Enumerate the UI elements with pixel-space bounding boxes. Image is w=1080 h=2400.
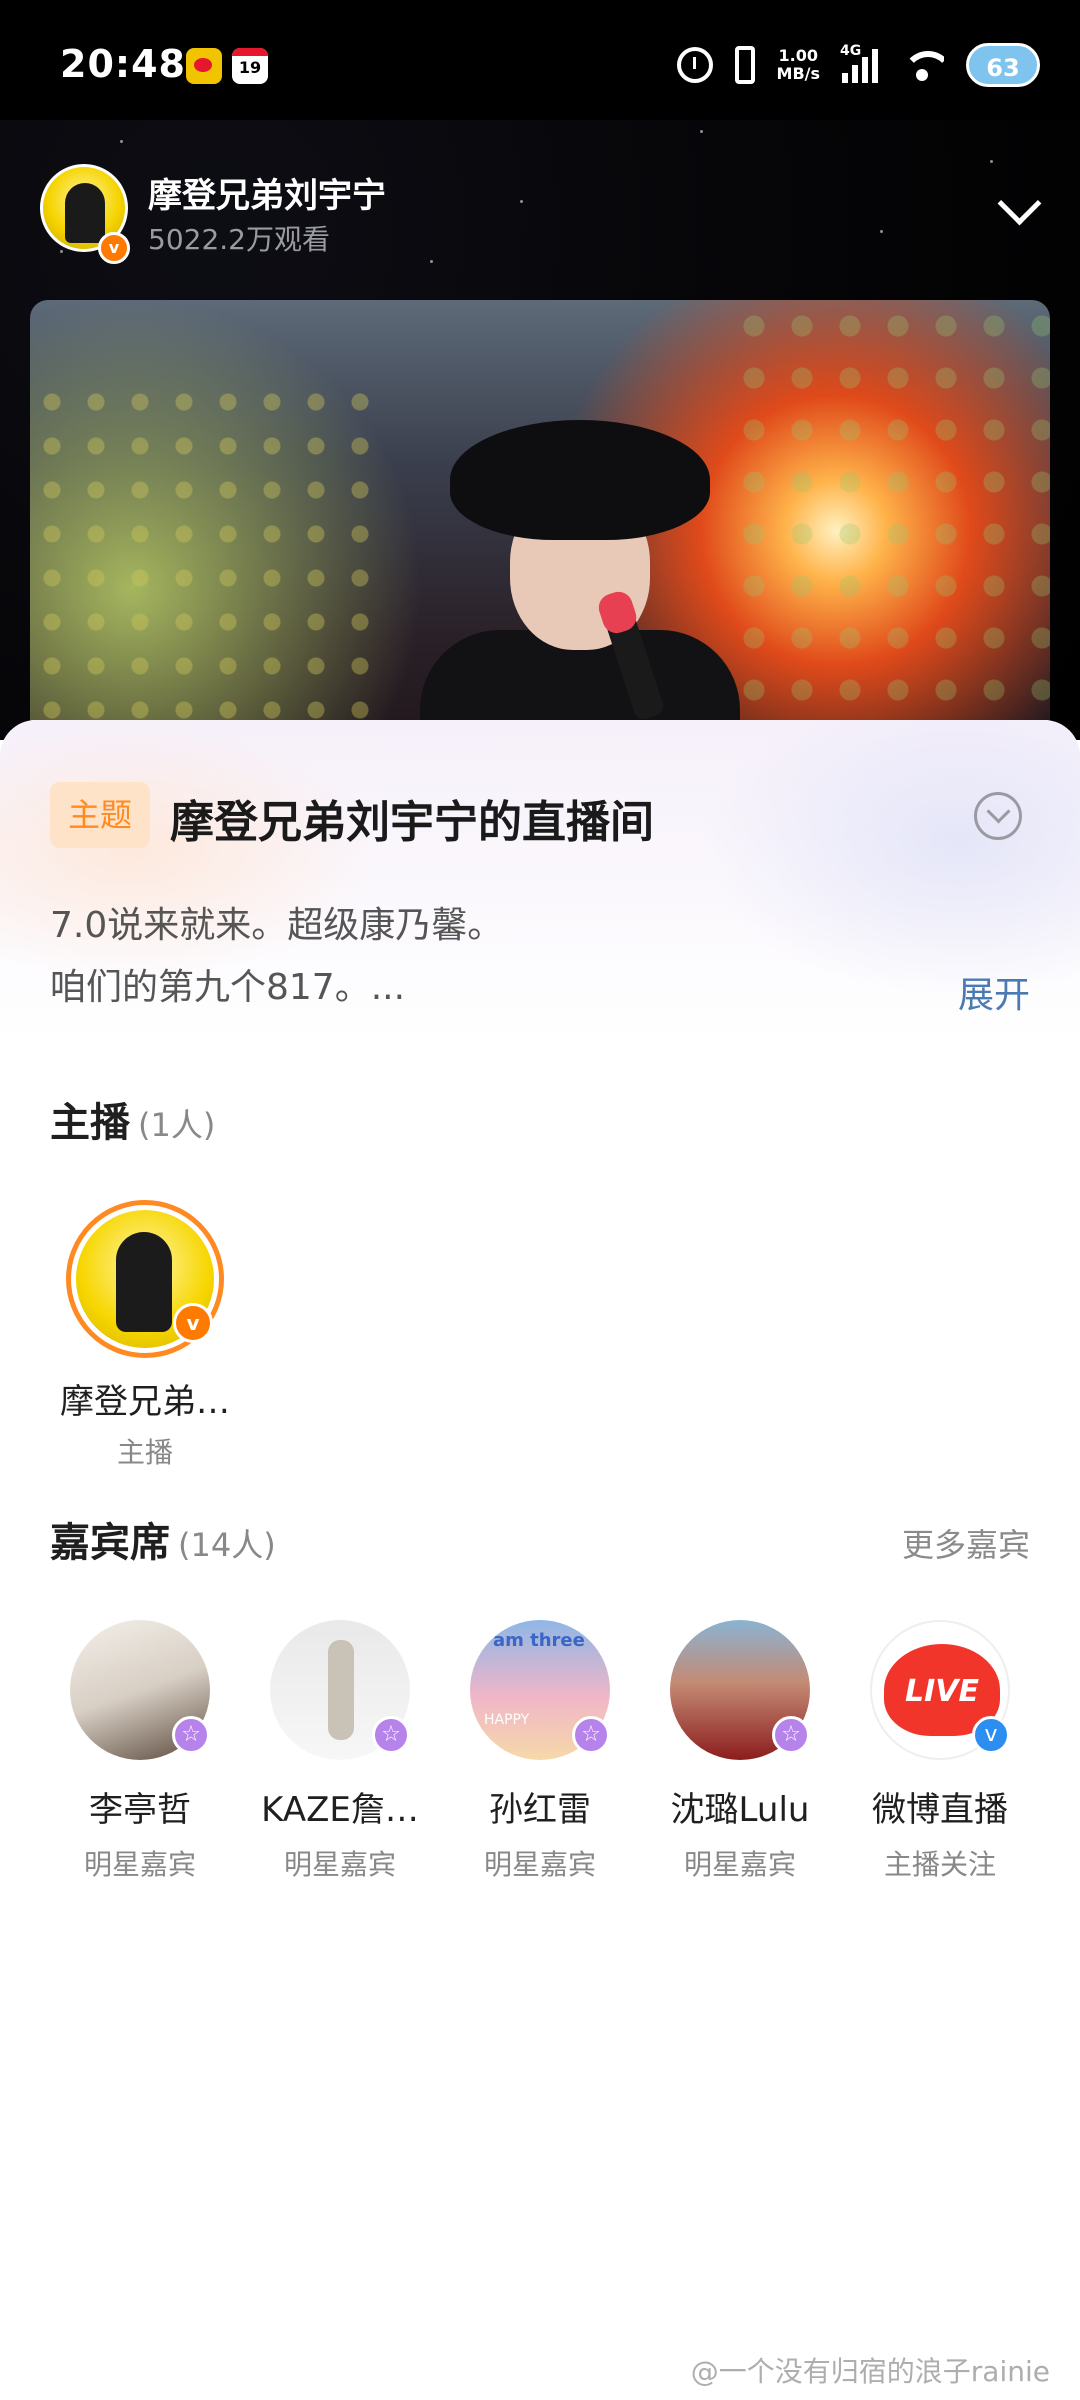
- host-name: 摩登兄弟…: [60, 1382, 230, 1422]
- guest-item[interactable]: I am three HAPPY ☆ 孙红雷 明星嘉宾: [440, 1620, 640, 1883]
- guest-role: 明星嘉宾: [283, 1848, 396, 1881]
- cellular-signal-icon: 4G: [840, 43, 878, 83]
- verified-badge-icon: v: [98, 232, 130, 264]
- chevron-down-circle-icon[interactable]: [974, 792, 1022, 840]
- net-speed-unit: MB/s: [776, 64, 820, 83]
- network-type: 4G: [840, 43, 862, 59]
- star-badge-icon: ☆: [172, 1716, 210, 1754]
- guest-count: (14人): [178, 1526, 276, 1564]
- guest-role: 明星嘉宾: [483, 1848, 596, 1881]
- host-section-title: 主播 (1人): [50, 1090, 215, 1148]
- avatar-text: I am three: [480, 1630, 585, 1651]
- star-badge-icon: ☆: [572, 1716, 610, 1754]
- guest-name: 沈璐Lulu: [670, 1790, 810, 1830]
- host-role: 主播: [116, 1436, 173, 1469]
- live-logo: LIVE: [905, 1674, 979, 1709]
- guest-name: 李亭哲: [89, 1790, 191, 1830]
- topic-tag: 主题: [50, 782, 151, 848]
- streamer-name[interactable]: 摩登兄弟刘宇宁: [148, 168, 386, 217]
- watermark: @一个没有归宿的浪子rainie: [690, 2355, 1050, 2388]
- weibo-notification-icon: [186, 48, 222, 84]
- live-video-preview[interactable]: [30, 300, 1050, 780]
- status-time: 20:48: [60, 42, 186, 86]
- star-badge-icon: ☆: [372, 1716, 410, 1754]
- chevron-down-icon[interactable]: [998, 188, 1038, 228]
- wifi-icon: [900, 47, 944, 83]
- host-count: (1人): [138, 1106, 216, 1144]
- guest-name: 孙红雷: [489, 1790, 591, 1830]
- host-card[interactable]: v 摩登兄弟… 主播: [50, 1200, 240, 1471]
- expand-description-button[interactable]: 展开: [958, 966, 1030, 1018]
- host-avatar[interactable]: v: [66, 1200, 224, 1358]
- host-section-label: 主播: [50, 1100, 130, 1146]
- guest-section-label: 嘉宾席: [50, 1520, 170, 1566]
- guest-item[interactable]: ☆ 沈璐Lulu 明星嘉宾: [640, 1620, 840, 1883]
- battery-indicator: 63: [966, 43, 1040, 87]
- guest-role: 主播关注: [883, 1848, 996, 1881]
- guest-list: ☆ 李亭哲 明星嘉宾 ☆ KAZE詹… 明星嘉宾 I am three HAPP…: [40, 1620, 1040, 1883]
- room-info-sheet: 主题 摩登兄弟刘宇宁的直播间 7.0说来就来。超级康乃馨。 咱们的第九个817。…: [0, 720, 1080, 2400]
- star-badge-icon: ☆: [772, 1716, 810, 1754]
- view-count: 5022.2万观看: [148, 223, 330, 256]
- room-description-line-1: 7.0说来就来。超级康乃馨。: [50, 905, 504, 946]
- net-speed-value: 1.00: [778, 46, 818, 65]
- guest-item[interactable]: ☆ KAZE詹… 明星嘉宾: [240, 1620, 440, 1883]
- guest-item[interactable]: ☆ 李亭哲 明星嘉宾: [40, 1620, 240, 1883]
- guest-name: KAZE詹…: [261, 1790, 419, 1830]
- guest-section-title: 嘉宾席 (14人): [50, 1510, 276, 1568]
- alarm-icon: [676, 47, 713, 83]
- guest-name: 微博直播: [872, 1790, 1008, 1830]
- room-description-line-2: 咱们的第九个817。...: [50, 967, 406, 1008]
- avatar-text-2: HAPPY: [484, 1712, 530, 1728]
- net-speed: 1.00 MB/s: [777, 47, 820, 83]
- status-bar: 20:48 19 1.00 MB/s 4G 63: [0, 0, 1080, 120]
- guest-role: 明星嘉宾: [83, 1848, 196, 1881]
- verified-badge-icon: v: [173, 1303, 213, 1343]
- verified-badge-icon: v: [972, 1716, 1010, 1754]
- live-header: v 摩登兄弟刘宇宁 5022.2万观看: [0, 150, 1080, 270]
- calendar-notification-icon: 19: [232, 48, 268, 84]
- vibrate-icon: [734, 46, 755, 84]
- room-title: 摩登兄弟刘宇宁的直播间: [170, 797, 654, 848]
- guest-role: 明星嘉宾: [683, 1848, 796, 1881]
- more-guests-link[interactable]: 更多嘉宾: [902, 1520, 1030, 1566]
- guest-item[interactable]: LIVE v 微博直播 主播关注: [840, 1620, 1040, 1883]
